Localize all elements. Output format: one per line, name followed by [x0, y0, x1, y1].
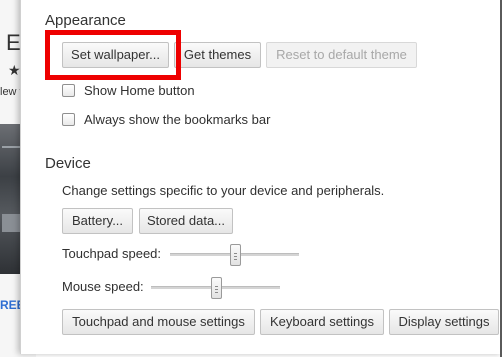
mouse-slider-thumb[interactable]: [210, 277, 222, 299]
keyboard-settings-button[interactable]: Keyboard settings: [260, 309, 384, 335]
stored-data-button[interactable]: Stored data...: [139, 208, 233, 234]
mouse-speed-label: Mouse speed:: [62, 279, 144, 294]
rating-star-icon: ★: [8, 62, 21, 78]
device-description: Change settings specific to your device …: [62, 183, 385, 198]
reset-theme-button[interactable]: Reset to default theme: [266, 42, 417, 68]
battery-button[interactable]: Battery...: [62, 208, 133, 234]
touchpad-speed-label: Touchpad speed:: [62, 246, 162, 261]
touchpad-slider-thumb[interactable]: [229, 244, 241, 266]
show-home-button-checkbox[interactable]: [62, 83, 75, 97]
show-home-button-row[interactable]: Show Home button: [62, 81, 195, 99]
device-section-title: Device: [45, 155, 91, 172]
mouse-speed-slider[interactable]: [151, 277, 280, 299]
get-themes-button[interactable]: Get themes: [174, 42, 261, 68]
touchpad-mouse-settings-button[interactable]: Touchpad and mouse settings: [62, 309, 255, 335]
bookmarks-bar-row[interactable]: Always show the bookmarks bar: [62, 110, 270, 128]
appearance-section-title: Appearance: [45, 12, 126, 29]
highlight-box: [45, 30, 181, 80]
bookmarks-bar-checkbox[interactable]: [62, 112, 75, 126]
display-settings-button[interactable]: Display settings: [389, 309, 499, 335]
show-home-button-label: Show Home button: [84, 82, 195, 98]
touchpad-speed-slider[interactable]: [170, 244, 299, 266]
bookmarks-bar-label: Always show the bookmarks bar: [84, 111, 271, 127]
